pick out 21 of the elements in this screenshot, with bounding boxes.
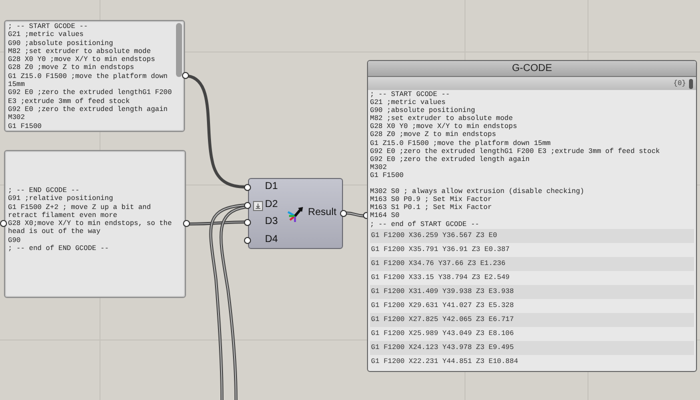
panel-title: G-CODE [368,61,696,77]
down-arrow-icon [253,200,263,210]
wire [346,212,366,218]
scrollbar[interactable] [176,23,182,77]
input-label: D4 [265,234,278,244]
input-port-icon[interactable] [0,220,7,227]
input-port-icon[interactable] [244,184,251,191]
input-port-icon[interactable] [244,202,251,208]
multicolor-arrow-icon [286,206,304,224]
scrollbar[interactable] [689,78,693,88]
input-port-icon[interactable] [244,236,251,244]
output-panel[interactable] [367,60,697,372]
input-label: D2 [265,198,278,210]
text-panel[interactable] [4,20,185,132]
output-port-icon[interactable] [183,220,190,227]
input-label: D3 [265,216,278,227]
input-port-icon[interactable] [244,219,251,226]
input-label: D1 [265,181,278,192]
output-port-icon[interactable] [182,72,189,79]
output-label: Result [308,207,336,218]
output-port-icon[interactable] [340,210,347,217]
